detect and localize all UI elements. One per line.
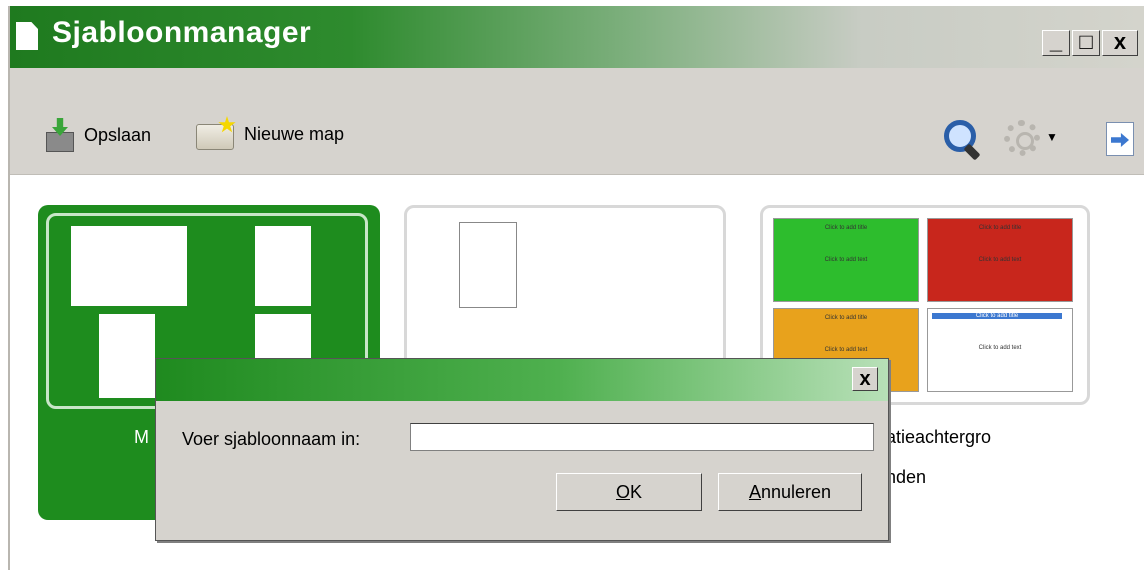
close-button[interactable]: x [1102,30,1138,56]
slide-thumb: Click to add title Click to add text [773,218,919,302]
minimize-button[interactable]: _ [1042,30,1070,56]
thumb-page [99,314,155,398]
folder-label-continued: nden [886,467,927,487]
slide-title: Click to add title [824,315,868,321]
exit-icon[interactable] [1106,122,1134,156]
slide-title: Click to add title [824,225,868,231]
folder-label: M [134,427,149,447]
template-name-label: Voer sjabloonnaam in: [182,429,361,449]
slide-body: Click to add text [978,345,1022,351]
thumb-page [459,222,517,308]
new-folder-label: Nieuwe map [244,123,345,144]
document-icon [16,22,38,50]
slide-title: Click to add title [978,225,1022,231]
ok-button[interactable]: OK [556,473,702,511]
new-folder-button[interactable]: Nieuwe map [196,116,345,150]
cancel-button[interactable]: Annuleren [718,473,862,511]
dialog-close-button[interactable]: x [852,367,878,391]
thumb-page [255,226,311,306]
search-icon[interactable] [944,120,982,161]
save-button[interactable]: Opslaan [44,118,151,152]
template-name-dialog: x Voer sjabloonnaam in: OK Annuleren [155,358,889,541]
dialog-title-bar[interactable]: x [156,359,888,401]
save-label: Opslaan [84,124,152,145]
new-folder-icon [196,116,236,150]
cancel-accelerator: A [748,482,761,502]
window-title: Sjabloonmanager [52,16,312,49]
cancel-label: nnuleren [760,482,832,502]
template-name-input[interactable] [410,423,874,451]
toolbar: Opslaan Nieuwe map ▼ [10,68,1144,175]
save-icon [44,118,76,152]
maximize-button[interactable]: □ [1072,30,1100,56]
slide-body: Click to add text [824,257,868,263]
chevron-down-icon[interactable]: ▼ [1046,130,1058,144]
thumb-page [71,226,187,306]
ok-accelerator: O [615,482,630,502]
slide-body: Click to add text [824,347,868,353]
slide-thumb: Click to add title Click to add text [927,218,1073,302]
slide-body: Click to add text [978,257,1022,263]
slide-title: Click to add title [932,313,1062,319]
ok-label: K [630,482,643,502]
folder-label: atieachtergro [886,427,992,447]
gear-icon[interactable] [1004,120,1040,156]
title-bar[interactable]: Sjabloonmanager _ □ x [10,6,1144,68]
slide-thumb: Click to add title Click to add text [927,308,1073,392]
